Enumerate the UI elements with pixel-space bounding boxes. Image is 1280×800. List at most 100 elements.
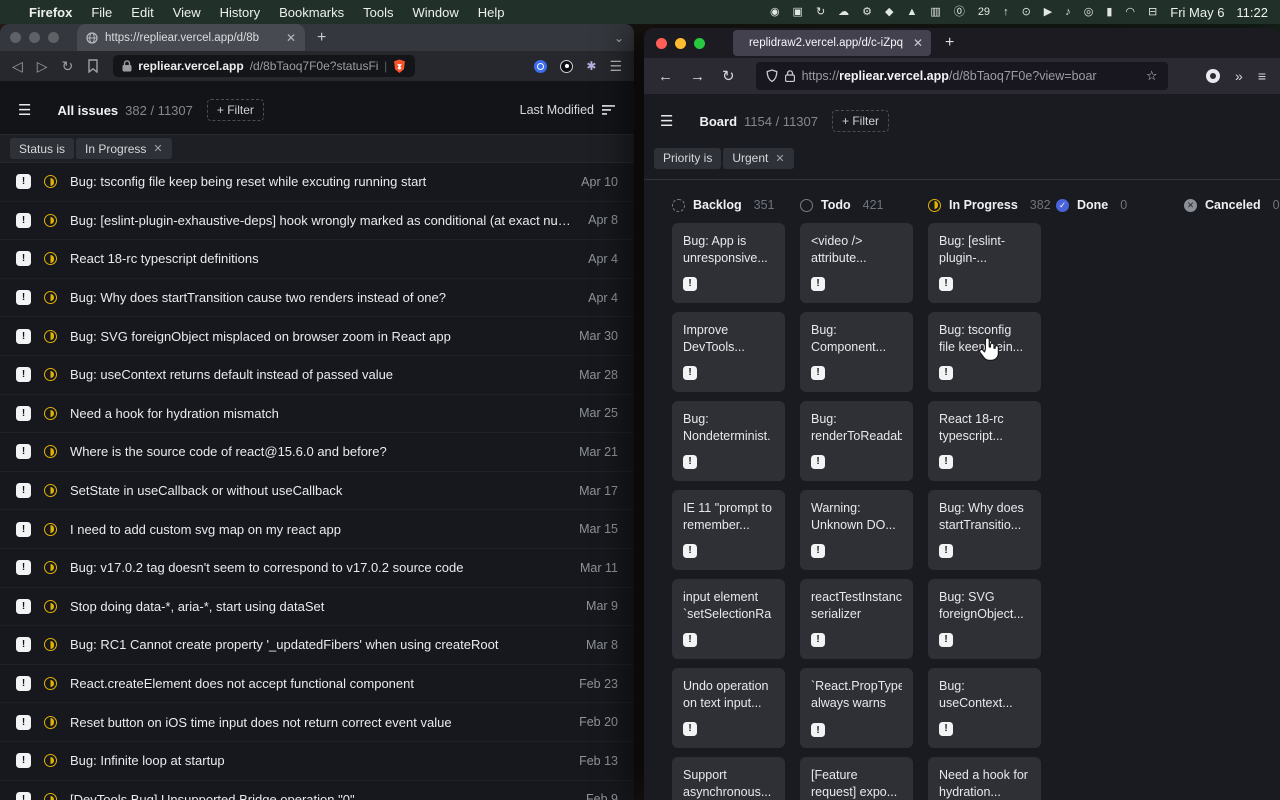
tab-overflow-caret[interactable]: ⌄ — [614, 31, 624, 45]
issue-card[interactable]: Undo operation on text input... ! — [672, 668, 785, 748]
forward-button[interactable]: → — [690, 68, 705, 85]
screen-mirror-icon[interactable]: ▣ — [793, 7, 803, 18]
menubar-item-edit[interactable]: Edit — [131, 5, 153, 20]
issue-row[interactable]: ! SetState in useCallback or without use… — [0, 472, 634, 511]
issue-row[interactable]: ! Where is the source code of react@15.6… — [0, 433, 634, 472]
issue-row[interactable]: ! Bug: Infinite loop at startup Feb 13 — [0, 742, 634, 781]
issue-row[interactable]: ! Bug: SVG foreignObject misplaced on br… — [0, 317, 634, 356]
issue-card[interactable]: Bug: Why does startTransitio... ! — [928, 490, 1041, 570]
overflow-chevron-icon[interactable]: » — [1235, 68, 1243, 84]
menubar-item-view[interactable]: View — [173, 5, 201, 20]
close-window-button[interactable] — [656, 38, 667, 49]
close-window-button[interactable] — [10, 32, 21, 43]
filter-value-chip[interactable]: Urgent ✕ — [723, 148, 793, 169]
issue-row[interactable]: ! Bug: [eslint-plugin-exhaustive-deps] h… — [0, 202, 634, 241]
issue-card[interactable]: Bug: SVG foreignObject... ! — [928, 579, 1041, 659]
zoom-window-button[interactable] — [694, 38, 705, 49]
issue-card[interactable]: input element `setSelectionRa ! — [672, 579, 785, 659]
app-menu-icon[interactable]: ☰ — [660, 112, 673, 130]
minimize-window-button[interactable] — [29, 32, 40, 43]
minimize-window-button[interactable] — [675, 38, 686, 49]
extension-icon[interactable] — [1206, 69, 1220, 83]
close-tab-icon[interactable]: ✕ — [286, 31, 296, 45]
issue-card[interactable]: Warning: Unknown DO... ! — [800, 490, 913, 570]
bookmark-star-icon[interactable]: ☆ — [1146, 68, 1158, 84]
dropbox-icon[interactable]: ◆ — [885, 7, 893, 18]
calendar-icon[interactable]: 29 — [978, 7, 990, 18]
address-bar[interactable]: https:// repliear.vercel.app /d/8bTaoq7F… — [756, 62, 1168, 90]
browser-tab[interactable]: https://repliear.vercel.app/d/8b ✕ — [77, 24, 305, 51]
issue-row[interactable]: ! I need to add custom svg map on my rea… — [0, 510, 634, 549]
issue-card[interactable]: Bug: Nondeterminist. ! — [672, 401, 785, 481]
user-switch-icon[interactable]: ⊟ — [1148, 7, 1157, 18]
issue-card[interactable]: [Feature request] expo... ! — [800, 757, 913, 800]
issue-row[interactable]: ! Reset button on iOS time input does no… — [0, 703, 634, 742]
menubar-clock[interactable]: Fri May 6 11:22 — [1170, 5, 1268, 20]
bookmark-icon[interactable] — [87, 59, 99, 73]
reload-button[interactable]: ↻ — [62, 58, 74, 75]
menubar-item-window[interactable]: Window — [413, 5, 459, 20]
add-filter-button[interactable]: + Filter — [832, 110, 889, 132]
battery-icon[interactable]: ▮ — [1106, 7, 1112, 18]
play-icon[interactable]: ▶ — [1044, 7, 1052, 18]
app-menu-icon[interactable]: ☰ — [18, 101, 31, 119]
cloud-icon[interactable]: ☁ — [838, 7, 849, 18]
issue-card[interactable]: Bug: renderToReadab ! — [800, 401, 913, 481]
issue-row[interactable]: ! React.createElement does not accept fu… — [0, 665, 634, 704]
back-button[interactable]: ◁ — [12, 58, 23, 75]
menubar-item-file[interactable]: File — [91, 5, 112, 20]
issue-card[interactable]: Bug: tsconfig file keep bein... ! — [928, 312, 1041, 392]
issue-row[interactable]: ! Bug: Why does startTransition cause tw… — [0, 279, 634, 318]
brave-shield-icon[interactable] — [393, 59, 406, 74]
issue-card[interactable]: <video /> attribute... ! — [800, 223, 913, 303]
issue-row[interactable]: ! Stop doing data-*, aria-*, start using… — [0, 588, 634, 627]
issue-row[interactable]: ! Bug: RC1 Cannot create property '_upda… — [0, 626, 634, 665]
issue-card[interactable]: Need a hook for hydration... ! — [928, 757, 1041, 800]
browser-tab[interactable]: replidraw2.vercel.app/d/c-iZpq ✕ — [733, 30, 931, 56]
browser-menu-button[interactable]: ☰ — [609, 58, 622, 75]
filter-value-chip[interactable]: In Progress ✕ — [76, 138, 172, 159]
reload-button[interactable]: ↻ — [722, 67, 735, 85]
docker-icon[interactable]: ⚙ — [862, 7, 872, 18]
issue-card[interactable]: Support asynchronous... ! — [672, 757, 785, 800]
forward-button[interactable]: ▷ — [37, 58, 48, 75]
menubar-item-bookmarks[interactable]: Bookmarks — [279, 5, 344, 20]
issue-card[interactable]: Bug: useContext... ! — [928, 668, 1041, 748]
issue-card[interactable]: React 18-rc typescript... ! — [928, 401, 1041, 481]
browser-menu-button[interactable]: ≡ — [1258, 68, 1266, 84]
tracking-shield-icon[interactable] — [766, 69, 778, 83]
issue-row[interactable]: ! Bug: useContext returns default instea… — [0, 356, 634, 395]
onepassword-icon[interactable]: ⓪ — [954, 7, 965, 18]
stats-icon[interactable]: ▥ — [930, 7, 940, 18]
github-extension-icon[interactable] — [560, 60, 573, 73]
menubar-item-help[interactable]: Help — [478, 5, 505, 20]
back-button[interactable]: ← — [658, 68, 673, 85]
menubar-item-tools[interactable]: Tools — [363, 5, 393, 20]
new-tab-button[interactable]: + — [317, 29, 326, 47]
issue-row[interactable]: ! React 18-rc typescript definitions Apr… — [0, 240, 634, 279]
add-filter-button[interactable]: + Filter — [207, 99, 264, 121]
record-icon[interactable]: ◉ — [770, 7, 780, 18]
volume-icon[interactable]: ♪ — [1065, 7, 1071, 18]
issue-card[interactable]: IE 11 "prompt to remember... ! — [672, 490, 785, 570]
remove-filter-icon[interactable]: ✕ — [775, 152, 784, 165]
issue-card[interactable]: reactTestInstanc serializer ! — [800, 579, 913, 659]
address-bar[interactable]: repliear.vercel.app /d/8bTaoq7F0e?status… — [113, 55, 415, 77]
issue-card[interactable]: Bug: App is unresponsive... ! — [672, 223, 785, 303]
sort-control[interactable]: Last Modified — [520, 103, 616, 117]
onepassword-extension-icon[interactable] — [534, 60, 547, 73]
issue-row[interactable]: ! Bug: v17.0.2 tag doesn't seem to corre… — [0, 549, 634, 588]
menubar-item-history[interactable]: History — [220, 5, 260, 20]
vpn-icon[interactable]: ▲ — [907, 7, 918, 18]
issue-card[interactable]: Bug: [eslint- plugin-... ! — [928, 223, 1041, 303]
close-tab-icon[interactable]: ✕ — [913, 36, 923, 50]
notification-icon[interactable]: ◎ — [1084, 7, 1094, 18]
issue-row[interactable]: ! Need a hook for hydration mismatch Mar… — [0, 395, 634, 434]
issue-card[interactable]: Bug: Component... ! — [800, 312, 913, 392]
issue-row[interactable]: ! [DevTools Bug] Unsupported Bridge oper… — [0, 781, 634, 800]
issue-card[interactable]: `React.PropType always warns ab ! — [800, 668, 913, 748]
zoom-window-button[interactable] — [48, 32, 59, 43]
menubar-item-firefox[interactable]: Firefox — [29, 5, 72, 20]
remove-filter-icon[interactable]: ✕ — [153, 142, 162, 155]
extension-star-icon[interactable]: ✱ — [586, 59, 596, 73]
